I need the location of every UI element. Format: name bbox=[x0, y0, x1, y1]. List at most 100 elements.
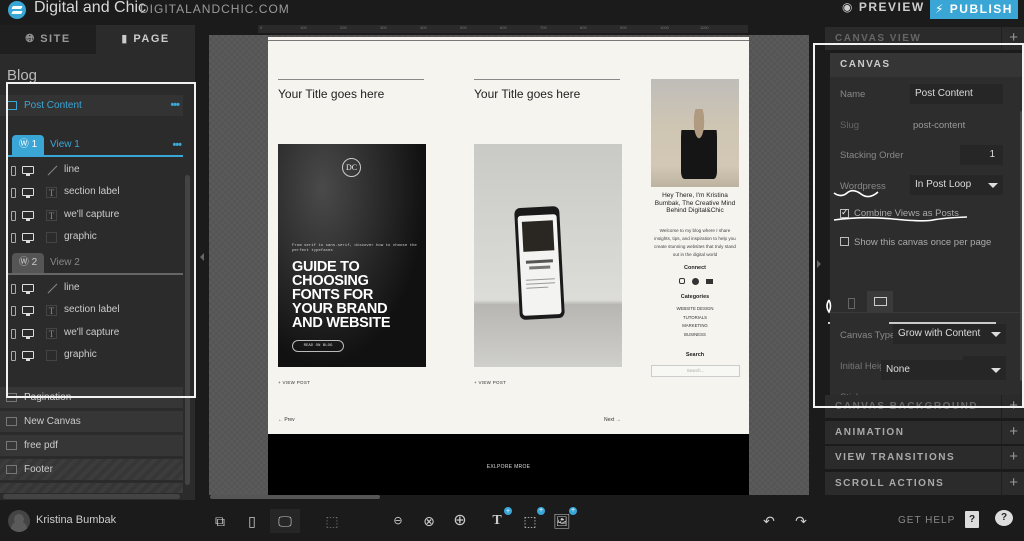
expand-plus-icon[interactable]: + bbox=[1009, 29, 1018, 46]
desktop-visibility-icon[interactable] bbox=[22, 329, 34, 339]
collapse-right-arrow-icon[interactable] bbox=[817, 260, 821, 268]
instagram-icon[interactable] bbox=[679, 278, 685, 284]
canvas-item-free-pdf[interactable]: free pdf bbox=[0, 435, 183, 456]
view-1-more-icon[interactable]: ••• bbox=[172, 135, 182, 156]
expand-plus-icon[interactable]: + bbox=[1009, 397, 1018, 414]
help-docs-icon[interactable]: ? bbox=[965, 511, 979, 528]
view-1-label[interactable]: View 1 bbox=[50, 139, 80, 150]
next-link[interactable]: Next → bbox=[604, 417, 621, 423]
tab-site[interactable]: 🌐︎ SITE bbox=[0, 25, 96, 54]
canvas-item-footer[interactable]: Footer bbox=[0, 459, 183, 480]
zoom-in-icon[interactable]: ⊕ bbox=[448, 509, 472, 533]
footer-canvas[interactable]: EXLPORE MROE bbox=[268, 434, 749, 495]
view-2-tab[interactable]: Ⓦ 2 bbox=[12, 253, 44, 273]
sidebar-search-input[interactable]: Search... bbox=[651, 365, 740, 377]
add-text-icon[interactable]: T + bbox=[485, 507, 512, 533]
prev-link[interactable]: ← Prev bbox=[278, 417, 295, 423]
layer-row[interactable]: T section label bbox=[7, 182, 183, 204]
expand-plus-icon[interactable]: + bbox=[1009, 448, 1018, 465]
combine-views-label[interactable]: Combine Views as Posts bbox=[854, 208, 959, 219]
pinterest-icon[interactable] bbox=[692, 278, 699, 285]
section-view-transitions[interactable]: VIEW TRANSITIONS + bbox=[825, 446, 1024, 470]
post-title[interactable]: Your Title goes here bbox=[474, 87, 580, 101]
desktop-visibility-icon[interactable] bbox=[22, 284, 34, 294]
phone-visibility-icon[interactable] bbox=[11, 284, 16, 294]
name-input[interactable]: Post Content bbox=[910, 84, 1003, 104]
phone-visibility-icon[interactable] bbox=[11, 233, 16, 243]
read-on-blog-button[interactable]: READ ON BLOG bbox=[292, 340, 344, 352]
canvas-horizontal-scrollbar[interactable] bbox=[210, 495, 380, 499]
undo-icon[interactable]: ↶ bbox=[757, 509, 781, 533]
view-2-label[interactable]: View 2 bbox=[50, 257, 80, 268]
phone-visibility-icon[interactable] bbox=[11, 329, 16, 339]
canvas-type-select[interactable]: Grow with Content bbox=[893, 324, 1006, 344]
desktop-visibility-icon[interactable] bbox=[22, 233, 34, 243]
category-link[interactable]: BUSINESS bbox=[651, 332, 739, 337]
desktop-visibility-icon[interactable] bbox=[22, 211, 34, 221]
collapse-left-arrow-icon[interactable] bbox=[200, 253, 204, 261]
wordpress-select[interactable]: In Post Loop bbox=[910, 175, 1003, 195]
all-devices-icon[interactable]: ⧉ bbox=[208, 509, 232, 533]
properties-scrollbar[interactable] bbox=[1020, 111, 1024, 381]
more-options-icon[interactable]: ••• bbox=[170, 95, 180, 116]
desktop-visibility-icon[interactable] bbox=[22, 188, 34, 198]
section-canvas-view[interactable]: CANVAS VIEW + bbox=[825, 27, 1024, 51]
canvas-item-pagination[interactable]: Pagination bbox=[0, 387, 183, 408]
section-canvas-background[interactable]: CANVAS BACKGROUND + bbox=[825, 395, 1024, 419]
view-1-tab[interactable]: Ⓦ 1 bbox=[12, 135, 44, 155]
layer-row[interactable]: graphic bbox=[7, 227, 183, 249]
phone-visibility-icon[interactable] bbox=[11, 188, 16, 198]
stacking-order-input[interactable]: 1 bbox=[960, 145, 1003, 165]
section-scroll-actions[interactable]: SCROLL ACTIONS + bbox=[825, 472, 1024, 496]
category-link[interactable]: TUTORIALS bbox=[651, 315, 739, 320]
left-panel-horizontal-scrollbar[interactable] bbox=[3, 494, 180, 499]
preview-button[interactable]: ◉ PREVIEW bbox=[842, 0, 925, 18]
layer-row[interactable]: graphic bbox=[7, 345, 183, 367]
page-preview[interactable]: Your Title goes here DC From serif to sa… bbox=[268, 37, 749, 495]
layer-row[interactable]: T we'll capture bbox=[7, 323, 183, 345]
phone-visibility-icon[interactable] bbox=[11, 351, 16, 361]
sticky-select[interactable]: None bbox=[881, 360, 1006, 380]
help-chat-icon[interactable]: ? bbox=[995, 510, 1013, 526]
section-animation[interactable]: ANIMATION + bbox=[825, 421, 1024, 445]
tab-page[interactable]: ▮ PAGE bbox=[96, 25, 195, 54]
left-panel-vertical-scrollbar[interactable] bbox=[185, 175, 190, 485]
canvas-item-post-content[interactable]: Post Content ••• bbox=[0, 95, 183, 116]
show-once-checkbox[interactable] bbox=[840, 237, 849, 246]
explore-more-text[interactable]: EXLPORE MROE bbox=[268, 464, 749, 470]
desktop-tab-icon[interactable] bbox=[867, 291, 893, 313]
expand-plus-icon[interactable]: + bbox=[1009, 474, 1018, 491]
view-post-link[interactable]: + VIEW POST bbox=[474, 380, 506, 385]
layer-row[interactable]: T we'll capture bbox=[7, 205, 183, 227]
post-image-fonts-guide[interactable]: DC From serif to sans-serif, discover ho… bbox=[278, 144, 426, 367]
phone-visibility-icon[interactable] bbox=[11, 166, 16, 176]
phone-visibility-icon[interactable] bbox=[11, 211, 16, 221]
layer-row[interactable]: line bbox=[7, 160, 183, 182]
get-help-label[interactable]: GET HELP bbox=[898, 515, 955, 526]
add-image-icon[interactable]: 🖼︎ + bbox=[550, 507, 577, 533]
phone-tab-icon[interactable] bbox=[840, 293, 862, 313]
category-link[interactable]: WEBSITE DESIGN bbox=[651, 306, 739, 311]
canvas-item-new-canvas[interactable]: New Canvas bbox=[0, 411, 183, 432]
zoom-reset-icon[interactable]: ⊗ bbox=[417, 509, 441, 533]
phone-view-icon[interactable]: ▯ bbox=[240, 509, 264, 533]
layer-row[interactable]: T section label bbox=[7, 300, 183, 322]
view-post-link[interactable]: + VIEW POST bbox=[278, 380, 310, 385]
desktop-view-icon[interactable]: 🖵︎ bbox=[270, 509, 300, 533]
canvas-item-partial[interactable] bbox=[0, 483, 183, 493]
email-icon[interactable] bbox=[706, 279, 713, 284]
zoom-out-icon[interactable]: ⊖ bbox=[386, 509, 410, 533]
add-box-icon[interactable]: ⬚ + bbox=[518, 507, 545, 533]
show-once-label[interactable]: Show this canvas once per page bbox=[854, 237, 991, 248]
category-link[interactable]: MARKETING bbox=[651, 323, 739, 328]
combine-views-checkbox[interactable] bbox=[840, 207, 849, 218]
desktop-visibility-icon[interactable] bbox=[22, 166, 34, 176]
expand-plus-icon[interactable]: + bbox=[1009, 423, 1018, 440]
site-domain[interactable]: DIGITALANDCHIC.COM bbox=[140, 2, 290, 16]
layer-row[interactable]: line bbox=[7, 278, 183, 300]
post-title[interactable]: Your Title goes here bbox=[278, 87, 384, 101]
user-avatar[interactable] bbox=[8, 510, 30, 532]
desktop-visibility-icon[interactable] bbox=[22, 351, 34, 361]
phone-visibility-icon[interactable] bbox=[11, 306, 16, 316]
redo-icon[interactable]: ↷ bbox=[789, 509, 813, 533]
